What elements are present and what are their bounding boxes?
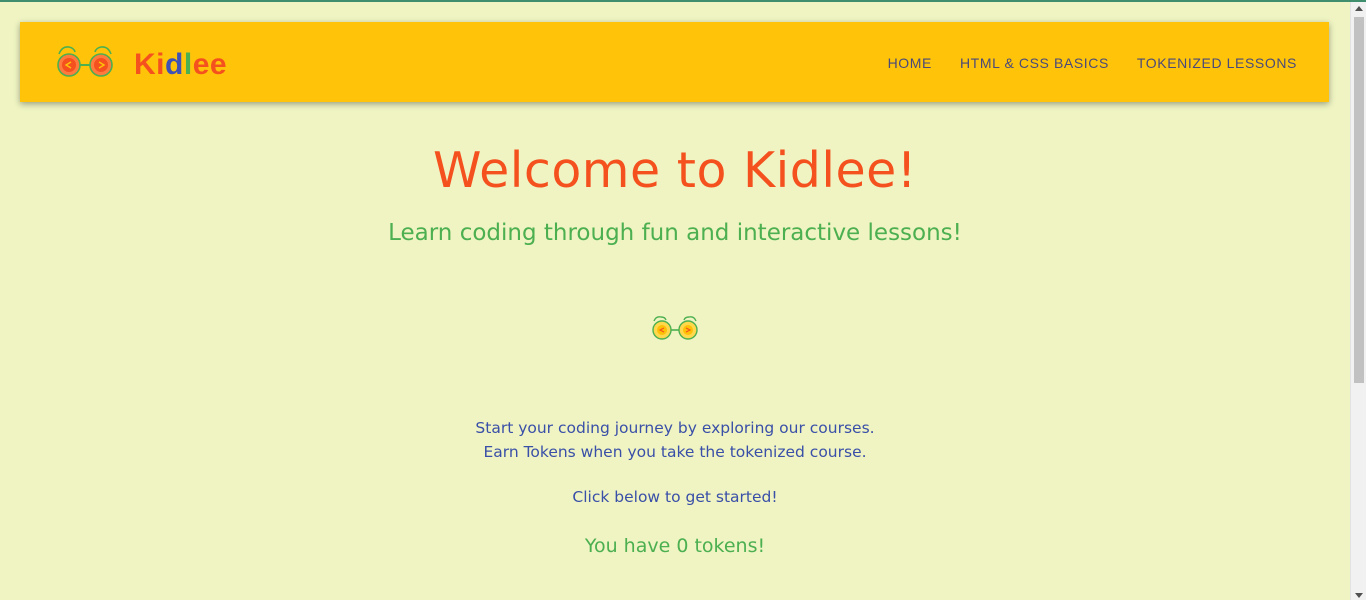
brand-letter: e	[192, 48, 210, 81]
intro-line-1: Start your coding journey by exploring o…	[475, 419, 875, 437]
goggles-logo-icon	[57, 46, 113, 77]
intro-text: Start your coding journey by exploring o…	[0, 416, 1350, 464]
tokens-count: You have 0 tokens!	[584, 535, 766, 557]
scroll-down-arrow-icon[interactable]	[1355, 593, 1363, 598]
nav-tokenized-lessons[interactable]: TOKENIZED LESSONS	[1137, 53, 1297, 71]
intro-line-2: Earn Tokens when you take the tokenized …	[483, 443, 867, 461]
scroll-thumb[interactable]	[1354, 17, 1364, 383]
header-navbar: Kidlee HOME HTML & CSS BASICS TOKENIZED …	[20, 22, 1329, 102]
main-nav: HOME HTML & CSS BASICS TOKENIZED LESSONS	[888, 22, 1297, 102]
nav-home[interactable]: HOME	[888, 53, 932, 71]
page-title: Welcome to Kidlee!	[433, 142, 917, 199]
brand-link[interactable]: Kidlee	[56, 38, 227, 86]
scroll-up-arrow-icon[interactable]	[1355, 6, 1363, 11]
brand-letter: l	[183, 48, 193, 81]
brand-letter: d	[165, 48, 184, 81]
brand-letter: i	[156, 48, 166, 81]
brand-name: Kidlee	[134, 48, 227, 82]
page-subtitle: Learn coding through fun and interactive…	[388, 220, 962, 246]
brand-letter: e	[209, 48, 228, 81]
cta-text: Click below to get started!	[572, 488, 778, 506]
page-scrollbar[interactable]	[1350, 2, 1366, 600]
nav-html-css-basics[interactable]: HTML & CSS BASICS	[960, 53, 1109, 71]
goggles-logo-icon	[652, 316, 698, 340]
brand-letter: K	[134, 48, 157, 81]
